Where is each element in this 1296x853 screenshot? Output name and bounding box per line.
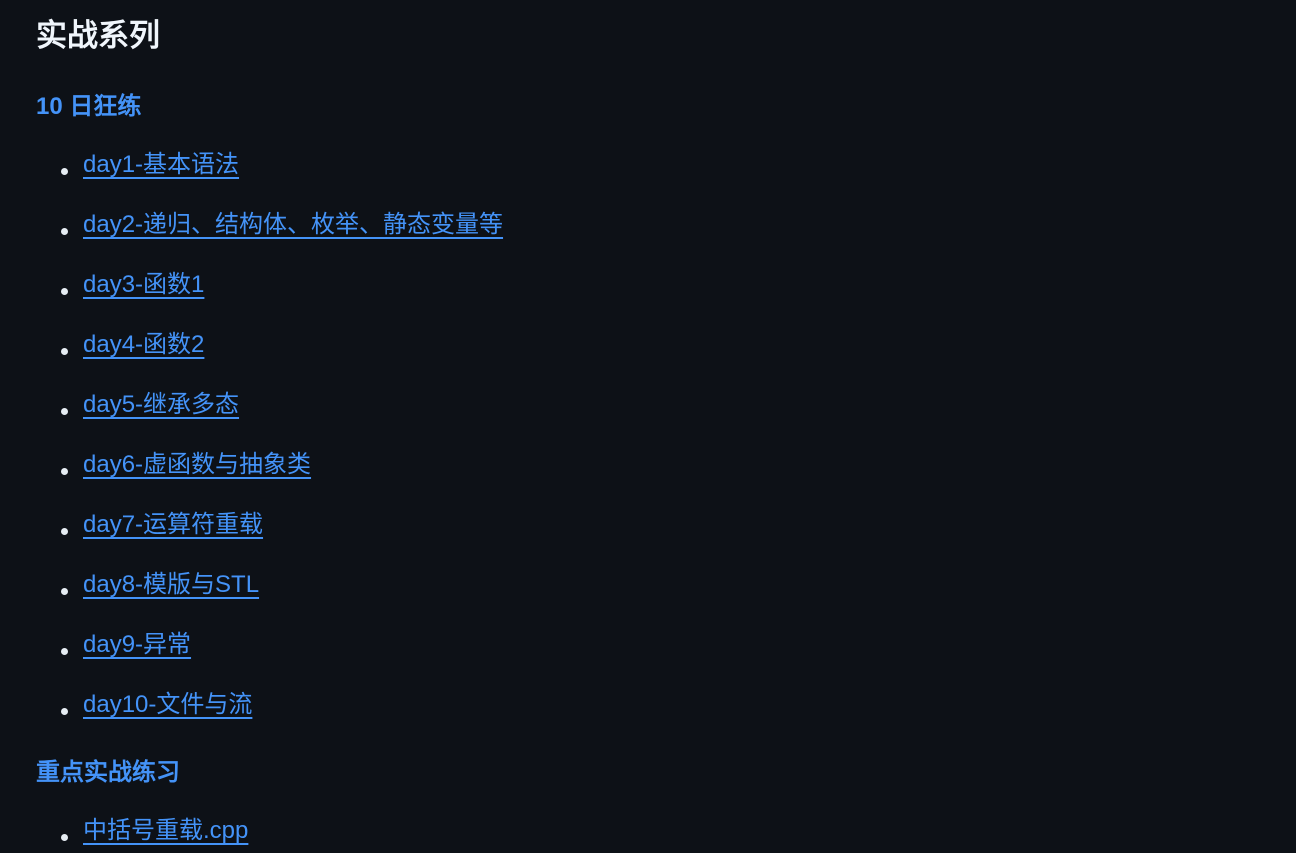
page-title: 实战系列	[36, 18, 160, 53]
bullet-icon	[61, 228, 68, 235]
link-day6[interactable]: day6-虚函数与抽象类	[83, 450, 311, 480]
section-heading-key-practice: 重点实战练习	[36, 759, 180, 786]
bullet-icon	[61, 588, 68, 595]
bullet-icon	[61, 348, 68, 355]
bullet-icon	[61, 528, 68, 535]
link-bracket-overload[interactable]: 中括号重载.cpp	[83, 816, 248, 846]
bullet-icon	[61, 288, 68, 295]
link-day10[interactable]: day10-文件与流	[83, 690, 252, 720]
bullet-icon	[61, 648, 68, 655]
bullet-icon	[61, 168, 68, 175]
link-day9[interactable]: day9-异常	[83, 630, 191, 660]
bullet-icon	[61, 834, 68, 841]
link-day4[interactable]: day4-函数2	[83, 330, 204, 360]
link-day7[interactable]: day7-运算符重载	[83, 510, 263, 540]
bullet-icon	[61, 708, 68, 715]
link-day2[interactable]: day2-递归、结构体、枚举、静态变量等	[83, 210, 503, 240]
link-day8[interactable]: day8-模版与STL	[83, 570, 259, 600]
link-day1[interactable]: day1-基本语法	[83, 150, 239, 180]
page: 实战系列 10 日狂练 day1-基本语法 day2-递归、结构体、枚举、静态变…	[0, 0, 1296, 853]
link-day5[interactable]: day5-继承多态	[83, 390, 239, 420]
bullet-icon	[61, 468, 68, 475]
section-heading-10-day: 10 日狂练	[36, 93, 142, 120]
bullet-icon	[61, 408, 68, 415]
link-day3[interactable]: day3-函数1	[83, 270, 204, 300]
